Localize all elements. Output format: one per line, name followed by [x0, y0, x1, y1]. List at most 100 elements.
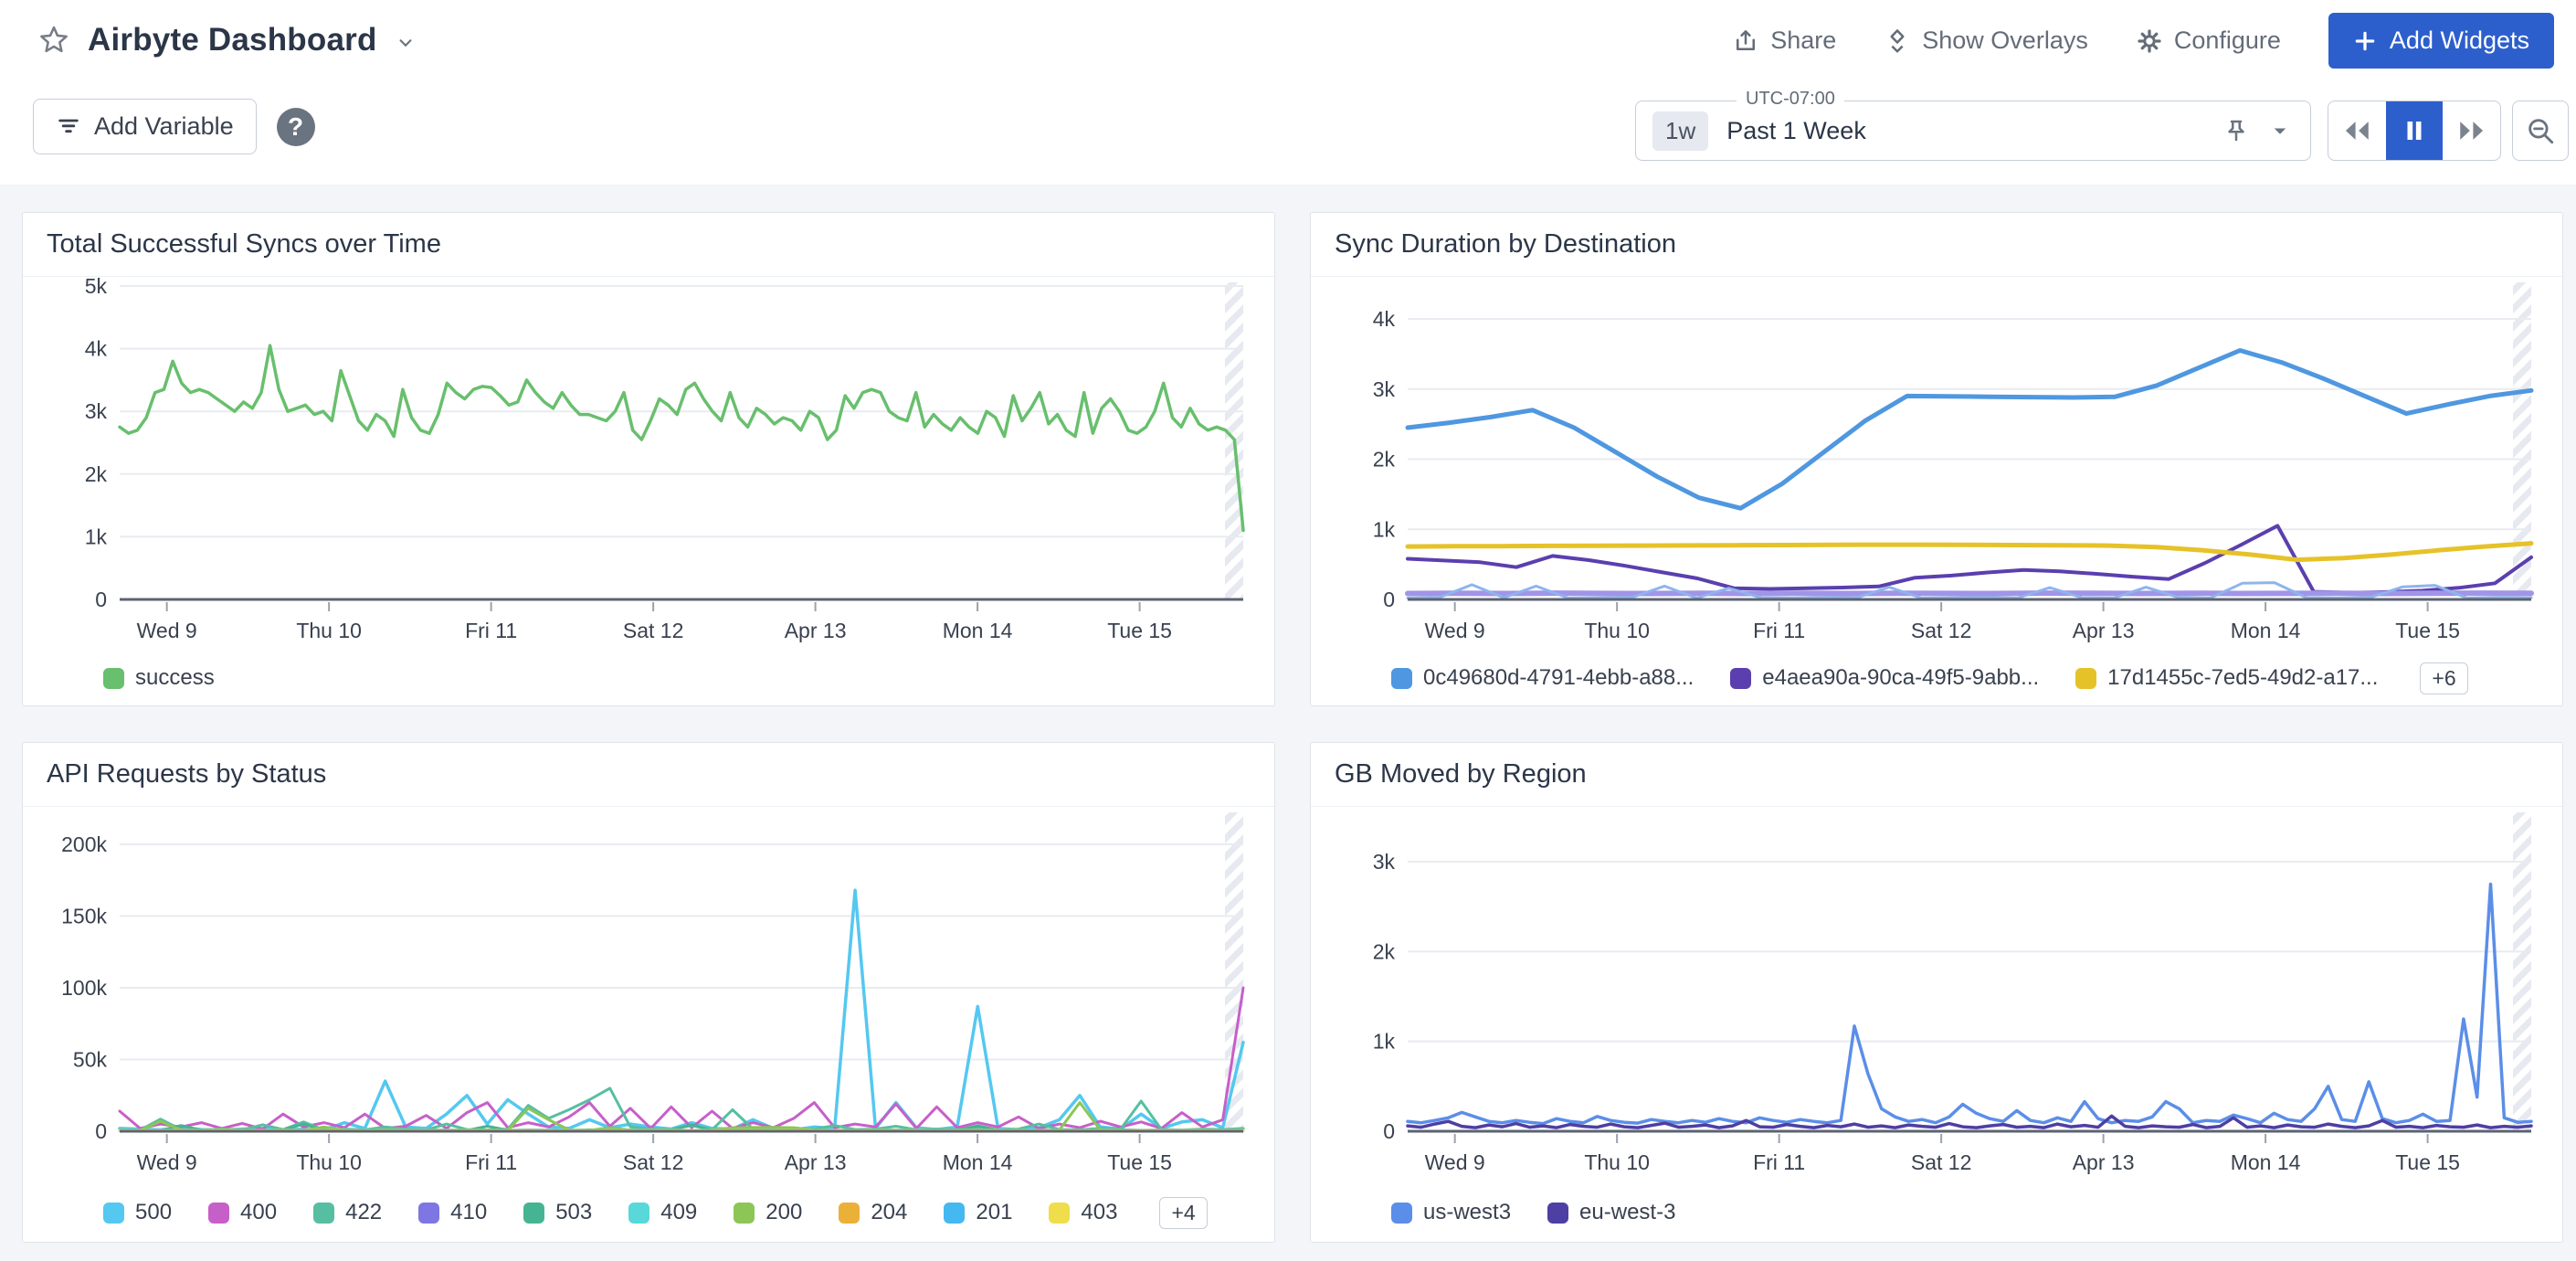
- pin-icon[interactable]: [2222, 117, 2250, 144]
- legend-item-eu-west-3[interactable]: eu-west-3: [1547, 1200, 1675, 1225]
- time-playback-controls: [2328, 101, 2501, 161]
- legend-swatch: [2075, 668, 2096, 689]
- legend-item-500[interactable]: 500: [103, 1200, 172, 1225]
- y-axis-tick-label: 2k: [85, 462, 108, 486]
- x-axis-tick-label: Tue 15: [2395, 1150, 2460, 1174]
- add-variable-button[interactable]: Add Variable: [33, 99, 257, 154]
- legend-swatch: [208, 1203, 229, 1224]
- legend-item-200[interactable]: 200: [734, 1200, 802, 1225]
- x-axis-tick-label: Sat 12: [623, 1150, 684, 1174]
- legend-label: 500: [135, 1200, 172, 1225]
- legend-item-409[interactable]: 409: [628, 1200, 697, 1225]
- legend-label: 503: [555, 1200, 592, 1225]
- series-line-500: [120, 890, 1243, 1129]
- x-axis-tick-label: Mon 14: [943, 1150, 1013, 1174]
- time-range-selector[interactable]: UTC-07:00 1w Past 1 Week: [1635, 101, 2311, 161]
- chart-legend: us-west3 eu-west-3: [1311, 1191, 2562, 1242]
- y-axis-tick-label: 2k: [1373, 448, 1396, 472]
- chart-legend: success: [23, 656, 1274, 707]
- legend-item-503[interactable]: 503: [523, 1200, 592, 1225]
- help-icon[interactable]: ?: [277, 108, 315, 146]
- share-button[interactable]: Share: [1732, 26, 1836, 55]
- legend-item-400[interactable]: 400: [208, 1200, 277, 1225]
- time-backward-button[interactable]: [2328, 101, 2386, 160]
- legend-swatch: [103, 1203, 124, 1224]
- x-axis-tick-label: Apr 13: [2073, 619, 2135, 642]
- x-axis-tick-label: Fri 11: [465, 619, 517, 642]
- series-line-0c49680d-4791-4ebb-a88...: [1408, 351, 2531, 509]
- x-axis-tick-label: Wed 9: [1425, 1150, 1485, 1174]
- x-axis-tick-label: Mon 14: [943, 619, 1013, 642]
- time-pause-button[interactable]: [2386, 101, 2444, 160]
- legend-item-422[interactable]: 422: [313, 1200, 382, 1225]
- widget-title: API Requests by Status: [23, 743, 1274, 807]
- legend-item-403[interactable]: 403: [1049, 1200, 1117, 1225]
- legend-swatch: [1049, 1203, 1070, 1224]
- y-axis-tick-label: 3k: [1373, 850, 1396, 874]
- magnifier-minus-icon: [2525, 115, 2556, 146]
- legend-item-17d1455c-7ed5-49d2-a17...[interactable]: 17d1455c-7ed5-49d2-a17...: [2075, 665, 2378, 691]
- legend-swatch: [1391, 668, 1412, 689]
- sync-duration-line-chart[interactable]: 01k2k3k4kWed 9Thu 10Fri 11Sat 12Apr 13Mo…: [1311, 277, 2562, 656]
- legend-overflow-button[interactable]: +6: [2420, 662, 2467, 694]
- variables-toolbar: Add Variable ?: [33, 99, 315, 154]
- y-axis-tick-label: 50k: [73, 1048, 108, 1072]
- gb-moved-line-chart[interactable]: 01k2k3kWed 9Thu 10Fri 11Sat 12Apr 13Mon …: [1311, 807, 2562, 1191]
- legend-swatch: [418, 1203, 439, 1224]
- y-axis-tick-label: 0: [95, 588, 107, 611]
- chevron-down-icon[interactable]: [2266, 117, 2294, 144]
- legend-label: 422: [345, 1200, 382, 1225]
- legend-swatch: [839, 1203, 860, 1224]
- dashboard-title-row: Airbyte Dashboard: [37, 22, 417, 58]
- legend-swatch: [523, 1203, 544, 1224]
- favorite-star-icon[interactable]: [37, 23, 71, 58]
- zoom-out-button[interactable]: [2512, 101, 2569, 161]
- time-forward-button[interactable]: [2443, 101, 2500, 160]
- legend-label: 201: [976, 1200, 1012, 1225]
- legend-overflow-button[interactable]: +4: [1159, 1197, 1207, 1229]
- widget-sync-duration-by-destination: Sync Duration by Destination 01k2k3k4kWe…: [1310, 212, 2563, 706]
- y-axis-tick-label: 150k: [61, 905, 107, 928]
- x-axis-tick-label: Thu 10: [296, 1150, 362, 1174]
- legend-label: eu-west-3: [1579, 1200, 1675, 1225]
- configure-label: Configure: [2174, 26, 2281, 55]
- y-axis-tick-label: 4k: [85, 337, 108, 361]
- overlays-icon: [1884, 27, 1911, 55]
- series-line-e4aea90a-90ca-49f5-9abb...: [1408, 525, 2531, 592]
- widget-title: Total Successful Syncs over Time: [23, 213, 1274, 277]
- x-axis-tick-label: Thu 10: [296, 619, 362, 642]
- legend-label: 409: [660, 1200, 697, 1225]
- title-chevron-down-icon[interactable]: [394, 31, 417, 55]
- series-line-success: [120, 345, 1243, 530]
- legend-item-e4aea90a-90ca-49f5-9abb...[interactable]: e4aea90a-90ca-49f5-9abb...: [1730, 665, 2039, 691]
- syncs-line-chart[interactable]: 01k2k3k4k5kWed 9Thu 10Fri 11Sat 12Apr 13…: [23, 277, 1274, 656]
- show-overlays-label: Show Overlays: [1922, 26, 2088, 55]
- api-requests-line-chart[interactable]: 050k100k150k200kWed 9Thu 10Fri 11Sat 12A…: [23, 807, 1274, 1191]
- legend-swatch: [1391, 1203, 1412, 1224]
- x-axis-tick-label: Apr 13: [785, 1150, 847, 1174]
- configure-button[interactable]: Configure: [2136, 26, 2281, 55]
- widget-title: GB Moved by Region: [1311, 743, 2562, 807]
- add-widgets-button[interactable]: Add Widgets: [2328, 13, 2554, 69]
- add-widgets-label: Add Widgets: [2390, 26, 2529, 55]
- legend-item-0c49680d-4791-4ebb-a88...[interactable]: 0c49680d-4791-4ebb-a88...: [1391, 665, 1694, 691]
- legend-label: success: [135, 665, 215, 691]
- legend-item-success[interactable]: success: [103, 665, 215, 691]
- top-header-bar: Airbyte Dashboard Share Show Overlays: [0, 0, 2576, 185]
- legend-swatch: [734, 1203, 755, 1224]
- legend-item-201[interactable]: 201: [944, 1200, 1012, 1225]
- x-axis-tick-label: Tue 15: [2395, 619, 2460, 642]
- x-axis-tick-label: Fri 11: [1753, 1150, 1805, 1174]
- legend-swatch: [628, 1203, 649, 1224]
- legend-label: 0c49680d-4791-4ebb-a88...: [1423, 665, 1694, 691]
- x-axis-tick-label: Sat 12: [623, 619, 684, 642]
- legend-item-us-west3[interactable]: us-west3: [1391, 1200, 1511, 1225]
- show-overlays-button[interactable]: Show Overlays: [1884, 26, 2088, 55]
- time-range-tag: 1w: [1652, 111, 1708, 151]
- legend-item-410[interactable]: 410: [418, 1200, 487, 1225]
- legend-swatch: [103, 668, 124, 689]
- series-line-us-west3: [1408, 885, 2531, 1124]
- legend-label: 204: [871, 1200, 907, 1225]
- legend-item-204[interactable]: 204: [839, 1200, 907, 1225]
- x-axis-tick-label: Thu 10: [1584, 619, 1650, 642]
